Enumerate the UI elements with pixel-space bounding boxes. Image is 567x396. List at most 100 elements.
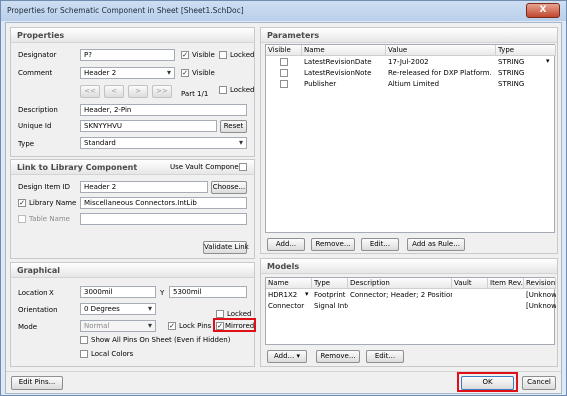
col-value[interactable]: Value [386,45,496,56]
library-name-input[interactable]: Miscellaneous Connectors.IntLib [80,197,247,209]
mode-combo[interactable]: Normal [80,320,156,332]
first-part-button[interactable]: << [80,85,100,98]
graphical-locked-label: Locked [227,310,252,318]
comment-label: Comment [18,69,53,77]
dialog-client: Properties Designator P? Visible Locked … [5,22,562,394]
param-name: LatestRevisionDate [304,58,372,66]
next-part-button[interactable]: > [128,85,148,98]
model-revision: [Unknown [526,302,556,310]
lock-pins-checkbox[interactable] [168,322,176,330]
properties-group: Properties Designator P? Visible Locked … [10,27,255,157]
local-colors-label: Local Colors [91,350,134,358]
col-model-vault[interactable]: Vault [452,278,488,289]
model-type: Signal Inte [314,302,348,310]
description-label: Description [18,106,58,114]
table-name-checkbox[interactable] [18,215,26,223]
type-label: Type [18,140,35,148]
lock-pins-label: Lock Pins [179,322,212,330]
col-model-revision[interactable]: Revision... [524,278,556,289]
param-remove-button[interactable]: Remove... [311,238,355,251]
model-type: Footprint [314,291,346,299]
models-group: Models Name Type Description Vault Item … [260,258,558,367]
unique-id-label: Unique Id [18,122,52,130]
y-label: Y [160,289,165,297]
designator-label: Designator [18,51,57,59]
library-name-checkbox[interactable] [18,199,26,207]
comment-visible-checkbox[interactable] [181,69,189,77]
designator-locked-label: Locked [230,51,255,59]
title-bar: Properties for Schematic Component in Sh… [1,1,566,21]
param-type: STRING [498,80,525,88]
col-model-name[interactable]: Name [266,278,312,289]
location-x-input[interactable]: 3000mil [80,286,156,298]
library-name-label: Library Name [29,199,77,207]
properties-heading: Properties [11,28,254,43]
reset-button[interactable]: Reset [220,120,247,133]
models-grid: Name Type Description Vault Item Rev... … [265,277,556,345]
model-remove-button[interactable]: Remove... [316,350,360,363]
model-edit-button[interactable]: Edit... [366,350,404,363]
col-model-type[interactable]: Type [312,278,348,289]
designator-input[interactable]: P? [80,49,175,61]
param-type: STRING [498,69,525,77]
parameters-grid: Visible Name Value Type LatestRevisionDa… [265,44,556,233]
x-label: X [49,289,54,297]
part-locked-label: Locked [230,86,255,94]
graphical-group: Graphical Location X 3000mil Y 5300mil O… [10,262,256,367]
type-combo[interactable]: Standard [80,137,247,149]
models-heading: Models [261,259,557,274]
col-model-description[interactable]: Description [348,278,452,289]
model-name: HDR1X2 [268,291,298,299]
graphical-locked-checkbox[interactable] [216,310,224,318]
edit-pins-button[interactable]: Edit Pins... [11,376,63,390]
prev-part-button[interactable]: < [104,85,124,98]
col-name[interactable]: Name [302,45,386,56]
show-all-pins-checkbox[interactable] [80,336,88,344]
local-colors-checkbox[interactable] [80,350,88,358]
designator-visible-label: Visible [192,51,215,59]
param-add-button[interactable]: Add... [267,238,305,251]
param-value: Re-released for DXP Platform. [388,69,492,77]
col-visible[interactable]: Visible [266,45,302,56]
param-name: Publisher [304,80,337,88]
properties-dialog: Properties for Schematic Component in Sh… [0,0,567,396]
designator-locked-checkbox[interactable] [219,51,227,59]
param-visible-checkbox[interactable] [280,58,288,66]
col-model-item-rev[interactable]: Item Rev... [488,278,524,289]
comment-combo[interactable]: Header 2 [80,67,175,79]
model-add-button[interactable]: Add... ▾ [267,350,307,363]
param-visible-checkbox[interactable] [280,69,288,77]
unique-id-input[interactable]: SKNYYHVU [80,120,217,132]
choose-button[interactable]: Choose... [211,181,247,194]
col-type[interactable]: Type [496,45,556,56]
use-vault-checkbox[interactable] [239,163,247,171]
designator-visible-checkbox[interactable] [181,51,189,59]
link-group: Link to Library Component Use Vault Comp… [10,159,255,259]
cancel-button[interactable]: Cancel [522,376,556,390]
design-item-input[interactable]: Header 2 [80,181,208,193]
param-value: 17-Jul-2002 [388,58,429,66]
add-as-rule-button[interactable]: Add as Rule... [407,238,465,251]
mode-value: Normal [84,322,110,330]
use-vault-label: Use Vault Component [170,163,246,171]
part-label: Part 1/1 [181,90,209,98]
table-name-input[interactable] [80,213,247,225]
param-name: LatestRevisionNote [304,69,372,77]
orientation-combo[interactable]: 0 Degrees [80,303,156,315]
part-locked-checkbox[interactable] [219,86,227,94]
close-button[interactable]: X [526,3,560,18]
type-dropdown-icon[interactable]: ▾ [546,57,550,65]
model-revision: [Unknown [526,291,556,299]
param-visible-checkbox[interactable] [280,80,288,88]
location-y-input[interactable]: 5300mil [169,286,247,298]
description-input[interactable]: Header, 2-Pin [80,104,247,116]
location-label: Location [18,289,48,297]
table-name-label: Table Name [29,215,70,223]
param-edit-button[interactable]: Edit... [361,238,399,251]
model-name-dropdown-icon[interactable]: ▾ [305,290,309,298]
validate-link-button[interactable]: Validate Link [203,241,249,254]
mirrored-highlight [213,318,256,332]
param-value: Altium Limited [388,80,440,88]
last-part-button[interactable]: >> [152,85,172,98]
orientation-label: Orientation [18,306,58,314]
